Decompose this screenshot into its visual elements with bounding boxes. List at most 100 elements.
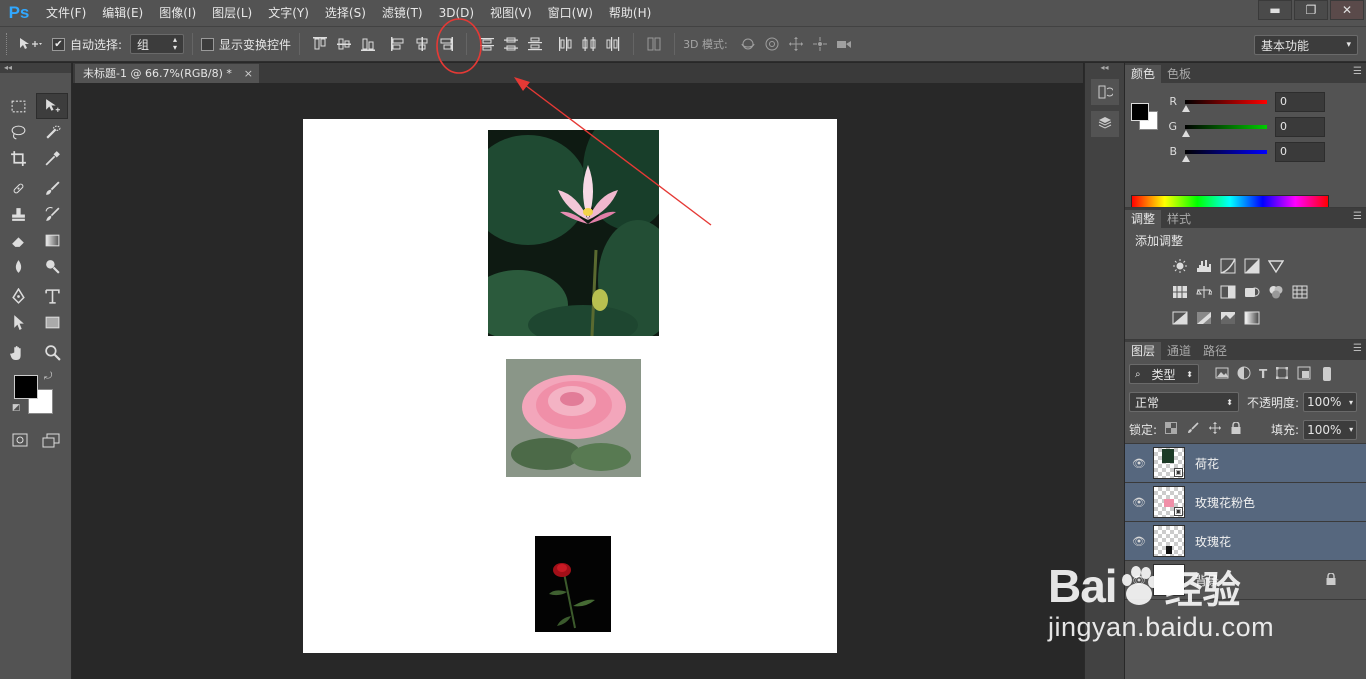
lock-position-icon[interactable] bbox=[1209, 422, 1222, 437]
invert-icon[interactable] bbox=[1171, 309, 1189, 327]
collapse-toggle-icon[interactable]: ◂◂ bbox=[0, 63, 71, 73]
properties-panel-icon[interactable] bbox=[1090, 111, 1119, 137]
align-vertical-center-icon[interactable] bbox=[332, 32, 356, 56]
color-balance-icon[interactable] bbox=[1195, 283, 1213, 301]
move-tool-preset-icon[interactable] bbox=[12, 36, 48, 52]
drag-3d-icon[interactable] bbox=[784, 32, 808, 56]
quick-selection-tool-icon[interactable] bbox=[36, 119, 68, 145]
blue-slider[interactable] bbox=[1182, 149, 1267, 162]
rectangle-tool-icon[interactable] bbox=[36, 309, 68, 335]
panel-menu-icon[interactable]: ☰ bbox=[1353, 211, 1362, 222]
dropdown-arrow-icon[interactable]: ▾ bbox=[1349, 398, 1353, 407]
auto-select-dropdown[interactable]: 组 ▴ ▾ bbox=[130, 34, 185, 54]
auto-select-checkbox[interactable]: ✔ bbox=[52, 37, 65, 51]
close-document-icon[interactable]: × bbox=[244, 64, 253, 83]
visibility-eye-icon[interactable]: 👁 bbox=[1125, 457, 1153, 470]
history-panel-icon[interactable] bbox=[1090, 79, 1119, 105]
healing-brush-tool-icon[interactable] bbox=[2, 175, 34, 201]
slider-knob-icon[interactable] bbox=[1182, 154, 1190, 162]
marquee-tool-icon[interactable] bbox=[2, 93, 34, 119]
camera-3d-icon[interactable] bbox=[832, 32, 856, 56]
filter-toggle-icon[interactable] bbox=[1323, 367, 1332, 381]
hue-saturation-icon[interactable] bbox=[1171, 283, 1189, 301]
hand-tool-icon[interactable] bbox=[2, 339, 34, 365]
expand-panels-icon[interactable]: ◂◂ bbox=[1085, 63, 1124, 73]
align-left-icon[interactable] bbox=[386, 32, 410, 56]
green-slider[interactable] bbox=[1182, 124, 1267, 137]
red-slider[interactable] bbox=[1182, 99, 1267, 112]
threshold-icon[interactable] bbox=[1219, 309, 1237, 327]
tab-styles[interactable]: 样式 bbox=[1161, 210, 1197, 228]
blur-tool-icon[interactable] bbox=[2, 253, 34, 279]
layer-row[interactable]: 👁 玫瑰花 bbox=[1125, 522, 1366, 561]
distribute-right-icon[interactable] bbox=[601, 32, 625, 56]
layer-row[interactable]: 👁 ▣ 玫瑰花粉色 bbox=[1125, 483, 1366, 522]
quick-mask-icon[interactable] bbox=[12, 433, 28, 452]
tab-swatches[interactable]: 色板 bbox=[1161, 65, 1197, 83]
fill-input[interactable]: 100% ▾ bbox=[1303, 419, 1358, 440]
distribute-left-icon[interactable] bbox=[553, 32, 577, 56]
gradient-tool-icon[interactable] bbox=[36, 227, 68, 253]
layer-row[interactable]: 👁 ▣ 荷花 bbox=[1125, 444, 1366, 483]
layer-name[interactable]: 玫瑰花 bbox=[1195, 533, 1231, 550]
vibrance-icon[interactable] bbox=[1267, 257, 1285, 275]
foreground-color-swatch[interactable] bbox=[14, 375, 38, 399]
zoom-tool-icon[interactable] bbox=[36, 339, 68, 365]
tab-channels[interactable]: 通道 bbox=[1161, 342, 1197, 360]
filter-adjustment-layer-icon[interactable] bbox=[1237, 366, 1251, 383]
screen-mode-icon[interactable] bbox=[42, 433, 60, 452]
eyedropper-tool-icon[interactable] bbox=[36, 145, 68, 171]
layer-name[interactable]: 玫瑰花粉色 bbox=[1195, 494, 1255, 511]
roll-3d-icon[interactable] bbox=[760, 32, 784, 56]
exposure-icon[interactable] bbox=[1243, 257, 1261, 275]
layer-filter-dropdown[interactable]: ⌕ 类型 ⬍ bbox=[1129, 364, 1199, 384]
menu-select[interactable]: 选择(S) bbox=[317, 0, 374, 26]
distribute-vertical-center-icon[interactable] bbox=[499, 32, 523, 56]
tab-paths[interactable]: 路径 bbox=[1197, 342, 1233, 360]
menu-file[interactable]: 文件(F) bbox=[38, 0, 94, 26]
opacity-input[interactable]: 100% ▾ bbox=[1303, 392, 1358, 412]
slider-knob-icon[interactable] bbox=[1182, 104, 1190, 112]
restore-button[interactable]: ❐ bbox=[1294, 0, 1328, 20]
curves-icon[interactable] bbox=[1219, 257, 1237, 275]
minimize-button[interactable]: ▬ bbox=[1258, 0, 1292, 20]
distribute-horizontal-center-icon[interactable] bbox=[577, 32, 601, 56]
clone-stamp-tool-icon[interactable] bbox=[2, 201, 34, 227]
menu-type[interactable]: 文字(Y) bbox=[260, 0, 317, 26]
menu-help[interactable]: 帮助(H) bbox=[601, 0, 659, 26]
gradient-map-icon[interactable] bbox=[1243, 309, 1261, 327]
menu-view[interactable]: 视图(V) bbox=[482, 0, 540, 26]
levels-icon[interactable] bbox=[1195, 257, 1213, 275]
lock-transparent-icon[interactable] bbox=[1165, 422, 1178, 437]
blend-mode-dropdown[interactable]: 正常 ⬍ bbox=[1129, 392, 1239, 412]
filter-shape-layer-icon[interactable] bbox=[1275, 366, 1289, 383]
lasso-tool-icon[interactable] bbox=[2, 119, 34, 145]
slide-3d-icon[interactable] bbox=[808, 32, 832, 56]
photo-filter-icon[interactable] bbox=[1243, 283, 1261, 301]
distribute-top-icon[interactable] bbox=[475, 32, 499, 56]
filter-smart-object-icon[interactable] bbox=[1297, 366, 1311, 383]
menu-image[interactable]: 图像(I) bbox=[151, 0, 204, 26]
posterize-icon[interactable] bbox=[1195, 309, 1213, 327]
move-tool-icon[interactable] bbox=[36, 93, 68, 119]
close-window-button[interactable]: ✕ bbox=[1330, 0, 1364, 20]
auto-align-layers-icon[interactable] bbox=[642, 32, 666, 56]
menu-3d[interactable]: 3D(D) bbox=[431, 0, 482, 26]
brush-tool-icon[interactable] bbox=[36, 175, 68, 201]
panel-menu-icon[interactable]: ☰ bbox=[1353, 343, 1362, 354]
canvas[interactable] bbox=[303, 119, 837, 653]
red-value-input[interactable]: 0 bbox=[1275, 91, 1325, 112]
brightness-contrast-icon[interactable] bbox=[1171, 257, 1189, 275]
type-tool-icon[interactable] bbox=[36, 283, 68, 309]
visibility-eye-icon[interactable]: 👁 bbox=[1125, 535, 1153, 548]
crop-tool-icon[interactable] bbox=[2, 145, 34, 171]
eraser-tool-icon[interactable] bbox=[2, 227, 34, 253]
align-horizontal-center-icon[interactable] bbox=[410, 32, 434, 56]
dodge-tool-icon[interactable] bbox=[36, 253, 68, 279]
align-right-icon[interactable] bbox=[434, 32, 458, 56]
dropdown-arrow-icon[interactable]: ▾ bbox=[1349, 425, 1353, 434]
tab-adjustments[interactable]: 调整 bbox=[1125, 210, 1162, 228]
menu-layer[interactable]: 图层(L) bbox=[204, 0, 260, 26]
menu-edit[interactable]: 编辑(E) bbox=[94, 0, 151, 26]
panel-menu-icon[interactable]: ☰ bbox=[1353, 66, 1362, 77]
